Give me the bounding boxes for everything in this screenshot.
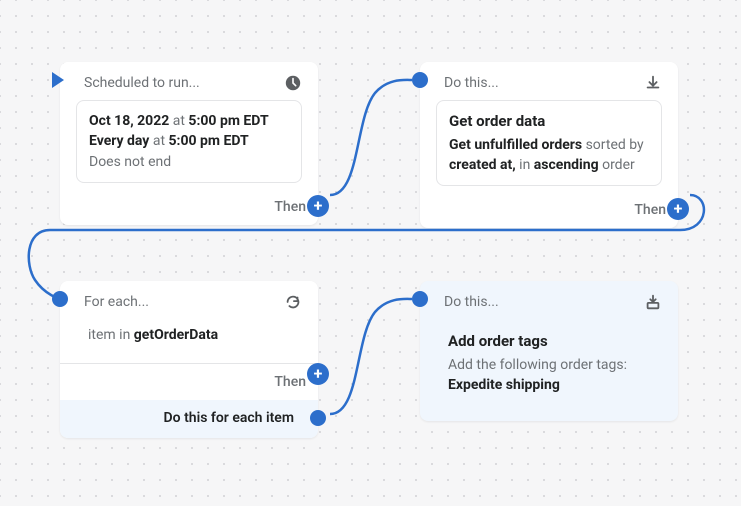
foreach-footer: Do this for each item (60, 400, 318, 438)
foreach-details: item in getOrderData (76, 319, 302, 355)
add-step-button[interactable] (307, 363, 329, 385)
card-header-title: Do this... (444, 75, 499, 91)
refresh-icon (284, 293, 302, 311)
clock-icon (284, 74, 302, 92)
connector-dot (412, 72, 428, 88)
connector-1-to-2 (330, 78, 420, 208)
connector-dot (412, 291, 428, 307)
download-icon (644, 74, 662, 92)
card-header: Scheduled to run... (60, 62, 318, 100)
add-step-button[interactable] (667, 198, 689, 220)
connector-3-to-4 (330, 297, 420, 427)
card-header-title: Do this... (444, 294, 499, 310)
add-step-button[interactable] (307, 195, 329, 217)
workflow-card-foreach[interactable]: For each... item in getOrderData Then Do… (60, 281, 318, 438)
schedule-details: Oct 18, 2022 at 5:00 pm EDT Every day at… (76, 100, 302, 183)
play-icon (52, 72, 64, 88)
then-label: Then (60, 195, 318, 225)
import-icon (644, 293, 662, 311)
then-label: Then (60, 363, 318, 400)
card-header: For each... (60, 281, 318, 319)
workflow-card-action-add-tags[interactable]: Do this... Add order tags Add the follow… (420, 281, 678, 421)
action-details: Add order tags Add the following order t… (436, 319, 662, 407)
action-details: Get order data Get unfulfilled orders so… (436, 100, 662, 186)
workflow-card-action-get-orders[interactable]: Do this... Get order data Get unfulfille… (420, 62, 678, 228)
card-header-title: For each... (84, 294, 149, 310)
connector-dot (310, 410, 326, 426)
card-header: Do this... (420, 281, 678, 319)
then-label: Then (420, 198, 678, 228)
workflow-card-trigger[interactable]: Scheduled to run... Oct 18, 2022 at 5:00… (60, 62, 318, 225)
card-header-title: Scheduled to run... (84, 75, 200, 91)
card-header: Do this... (420, 62, 678, 100)
connector-dot (52, 291, 68, 307)
